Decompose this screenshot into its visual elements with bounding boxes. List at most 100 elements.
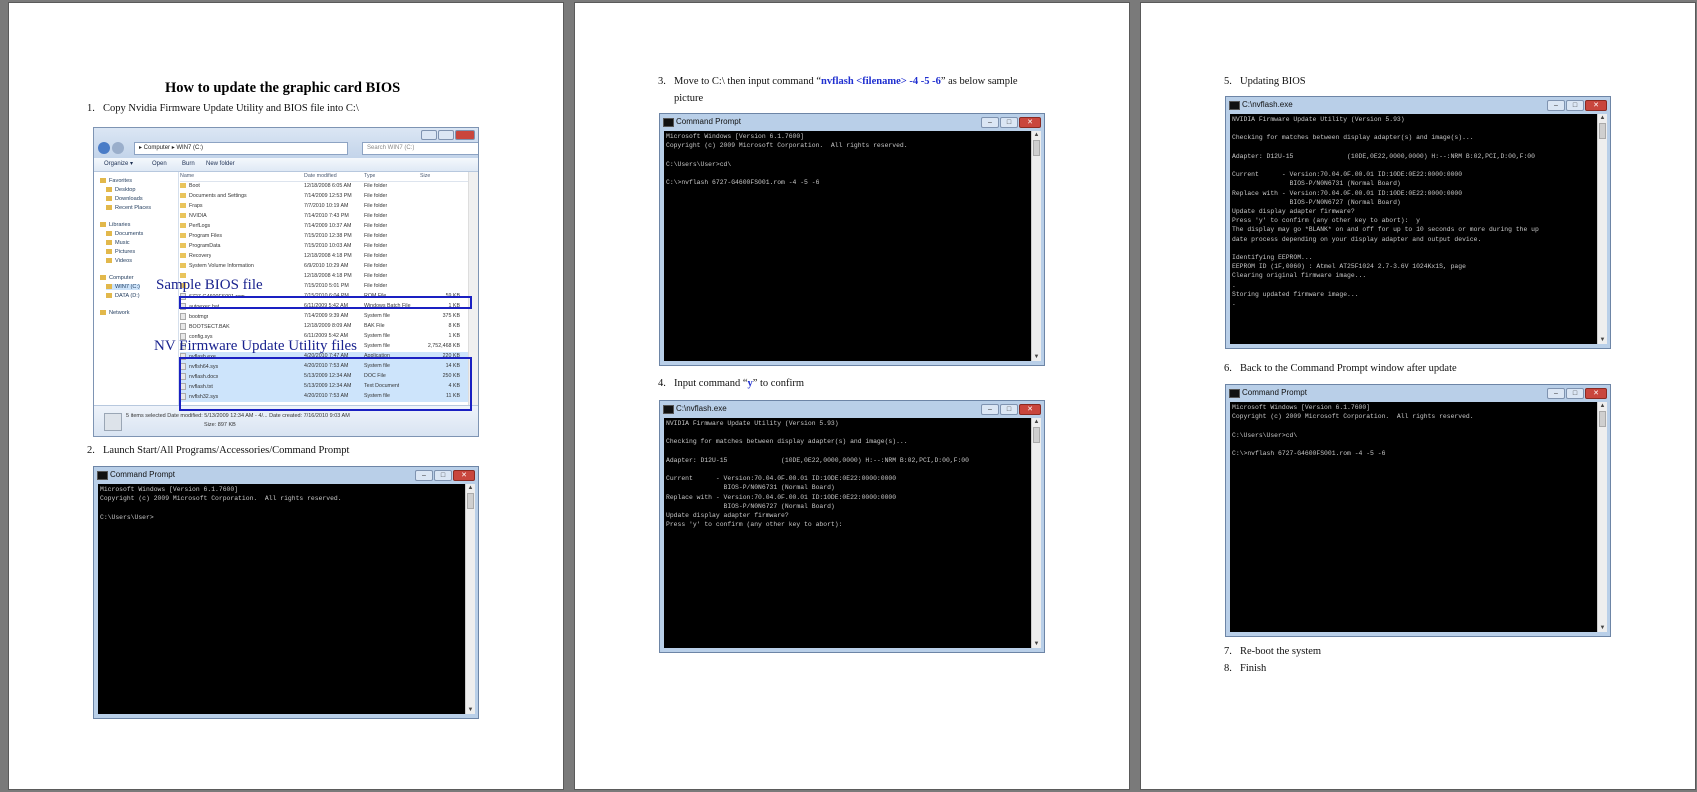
step-text: Back to the Command Prompt window after … <box>1240 363 1457 374</box>
command-prompt-window: Command Prompt – □ ✕ Microsoft Windows [Ve… <box>1225 384 1611 637</box>
bios-file-label: Sample BIOS file <box>156 277 263 293</box>
nav-item-label: DATA (D:) <box>115 293 140 299</box>
step-number: 4. <box>658 378 666 389</box>
nav-item-label: Documents <box>115 231 144 237</box>
nav-item: Pictures <box>106 249 135 255</box>
step-text: Move to C:\ then input command “ <box>674 76 821 87</box>
console-icon <box>663 405 674 414</box>
nav-item-icon <box>106 205 112 211</box>
window-title-text: C:\nvflash.exe <box>676 404 727 413</box>
file-type-text: System file <box>364 343 390 349</box>
file-type-text: File folder <box>364 233 388 239</box>
file-icon <box>180 313 186 320</box>
file-date-text: 7/14/2009 10:37 AM <box>304 223 352 229</box>
column-date: Date modified <box>304 173 337 179</box>
file-type: File folder <box>364 263 387 269</box>
column-name: Name <box>180 173 195 179</box>
file-name: bootmgr <box>180 313 208 320</box>
file-row: bootmgr 7/14/2009 9:39 AM System file 375 K… <box>180 312 468 322</box>
nav-item-icon <box>100 310 106 316</box>
step-number: 6. <box>1224 363 1232 374</box>
step-text: Re-boot the system <box>1240 646 1322 657</box>
file-type-text: File folder <box>364 273 388 279</box>
file-name: BOOTSECT.BAK <box>180 323 230 330</box>
file-date: 7/15/2010 10:03 AM <box>304 243 351 249</box>
file-type-text: File folder <box>364 203 388 209</box>
step-text: Launch Start/All Programs/Accessories/Co… <box>103 445 350 456</box>
scrollbar: ▲ ▼ <box>1597 402 1607 632</box>
new-folder-button: New folder <box>206 161 235 167</box>
nv-files-highlight <box>179 357 472 411</box>
folder-icon <box>180 243 186 249</box>
file-date-text: 7/7/2010 10:19 AM <box>304 203 349 209</box>
file-type: System file <box>364 333 390 339</box>
file-type-text: File folder <box>364 193 388 199</box>
step-2: 2. Launch Start/All Programs/Accessories/… <box>87 442 349 459</box>
file-date-text: 7/14/2009 12:53 PM <box>304 193 352 199</box>
file-type: File folder <box>364 183 387 189</box>
file-date-text: 12/18/2008 6:05 AM <box>304 183 352 189</box>
close-icon: ✕ <box>1585 388 1607 399</box>
file-type-text: File folder <box>364 243 388 249</box>
file-row: ProgramData 7/15/2010 10:03 AM File folder <box>180 242 468 252</box>
step-text: Finish <box>1240 663 1267 674</box>
file-name-text: NVIDIA <box>189 213 207 219</box>
file-date: 6/9/2010 10:29 AM <box>304 263 348 269</box>
nav-item-icon <box>106 196 112 202</box>
file-type-text: BAK File <box>364 323 385 329</box>
minimize-icon: – <box>415 470 433 481</box>
scroll-down-icon: ▼ <box>467 707 474 713</box>
file-type: System file <box>364 313 390 319</box>
nav-item: Recent Places <box>106 205 151 211</box>
file-type: File folder <box>364 233 387 239</box>
step-number: 8. <box>1224 663 1232 674</box>
minimize-icon <box>421 130 437 140</box>
step-number: 2. <box>87 445 95 456</box>
step-text: Input command “ <box>674 378 748 389</box>
file-type-text: File folder <box>364 213 388 219</box>
file-size: 2,752,468 KB <box>420 343 460 349</box>
minimize-icon: – <box>1547 388 1565 399</box>
console-output: NVIDIA Firmware Update Utility (Version … <box>1230 114 1598 344</box>
nav-item: WIN7 (C:) <box>106 284 140 290</box>
back-icon <box>98 142 110 154</box>
file-row: Recovery 12/18/2008 4:18 PM File folder <box>180 252 468 262</box>
window-title-text: Command Prompt <box>110 470 175 479</box>
file-size: 8 KB <box>420 323 460 329</box>
file-date-text: 6/9/2010 10:29 AM <box>304 263 349 269</box>
window-buttons: – □ ✕ <box>981 404 1041 415</box>
window-buttons <box>421 130 475 140</box>
column-header: Name Date modified Type Size <box>180 172 468 182</box>
file-name-text: BOOTSECT.BAK <box>189 323 230 330</box>
nav-item-label: Videos <box>115 258 133 264</box>
file-date-text: 12/18/2008 4:18 PM <box>304 253 352 259</box>
file-row: System Volume Information 6/9/2010 10:29 … <box>180 262 468 272</box>
scroll-down-icon: ▼ <box>1033 354 1040 360</box>
console-icon <box>97 471 108 480</box>
scrollbar: ▲ ▼ <box>1597 114 1607 344</box>
nav-item-icon <box>100 222 106 228</box>
scroll-up-icon: ▲ <box>1033 419 1040 425</box>
address-bar: ▸ Computer ▸ WIN7 (C:) Search WIN7 (C:) <box>94 128 478 158</box>
column-type: Type <box>364 173 376 179</box>
file-name-text: PerfLogs <box>189 223 211 229</box>
window-buttons: – □ ✕ <box>1547 100 1607 111</box>
file-name: Fraps <box>180 203 203 209</box>
nav-item: Libraries <box>100 222 130 228</box>
file-date-text: 7/15/2010 5:01 PM <box>304 283 349 289</box>
file-size-text: 8 KB <box>448 323 460 329</box>
file-name-text: Documents and Settings <box>189 193 247 199</box>
file-name-text: Fraps <box>189 203 203 209</box>
scroll-up-icon: ▲ <box>467 485 474 491</box>
file-thumbnail-icon <box>104 413 122 431</box>
window-buttons: – □ ✕ <box>981 117 1041 128</box>
file-date-text: 7/15/2010 12:38 PM <box>304 233 352 239</box>
maximize-icon: □ <box>1000 117 1018 128</box>
nav-item: Computer <box>100 275 134 281</box>
folder-icon <box>180 223 186 229</box>
nav-item: Favorites <box>100 178 132 184</box>
minimize-icon: – <box>981 404 999 415</box>
file-size: 375 KB <box>420 313 460 319</box>
nav-item-icon <box>106 249 112 255</box>
close-icon: ✕ <box>453 470 475 481</box>
